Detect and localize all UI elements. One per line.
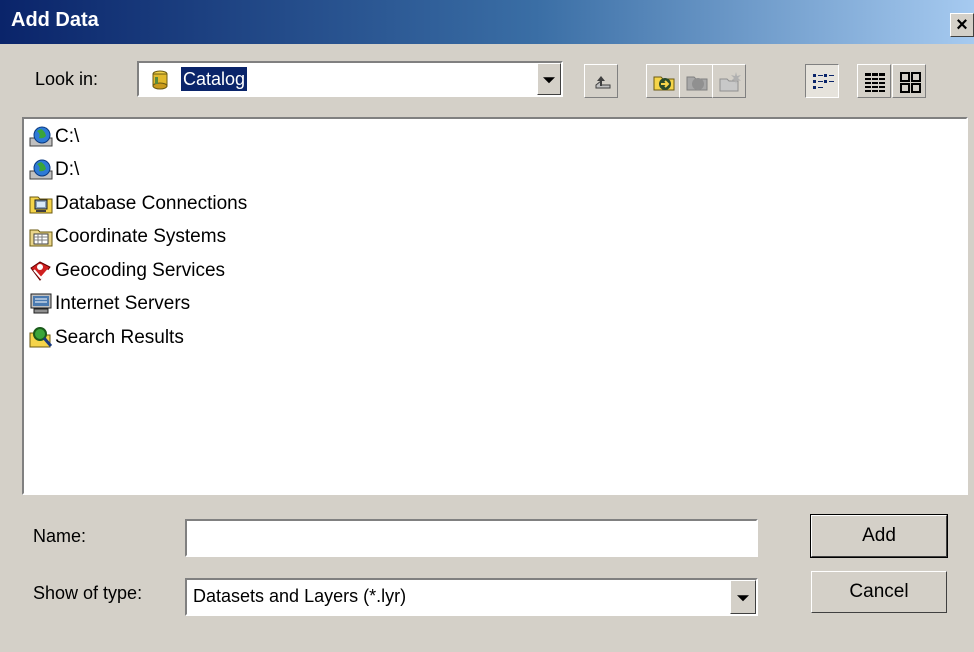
- list-item-label: Search Results: [55, 327, 184, 348]
- drive-icon: [29, 126, 53, 147]
- chevron-down-icon: [543, 77, 555, 84]
- list-item[interactable]: Internet Servers: [28, 289, 190, 319]
- show-of-type-value: Datasets and Layers (*.lyr): [193, 586, 407, 606]
- show-of-type-combo[interactable]: Datasets and Layers (*.lyr): [185, 578, 758, 616]
- up-one-level-button[interactable]: [584, 64, 618, 98]
- look-in-label: Look in:: [35, 69, 99, 89]
- list-item[interactable]: Geocoding Services: [28, 256, 225, 286]
- list-item-label: Database Connections: [55, 193, 248, 214]
- list-view-button[interactable]: [805, 64, 839, 98]
- drive-icon: [29, 159, 53, 180]
- geocoding-services-icon: [30, 261, 51, 281]
- show-of-type-label: Show of type:: [33, 583, 143, 603]
- look-in-dropdown-button[interactable]: [537, 63, 561, 95]
- window-title: Add Data: [11, 9, 99, 31]
- name-label: Name:: [33, 526, 87, 546]
- database-connections-icon: [29, 196, 53, 214]
- look-in-value: Catalog: [181, 67, 248, 91]
- list-item[interactable]: Database Connections: [28, 189, 247, 219]
- thumbnails-view-icon: [900, 72, 921, 93]
- list-item[interactable]: D:\: [28, 155, 79, 185]
- list-item-label: Geocoding Services: [55, 260, 226, 281]
- show-of-type-dropdown-button[interactable]: [730, 580, 756, 614]
- search-results-icon: [29, 327, 53, 348]
- connect-to-folder-button[interactable]: [646, 64, 680, 98]
- thumbnails-view-button[interactable]: [892, 64, 926, 98]
- add-button[interactable]: Add: [810, 514, 948, 558]
- list-item-label: Coordinate Systems: [55, 226, 227, 247]
- chevron-down-icon: [737, 595, 749, 602]
- coordinate-systems-icon: [29, 229, 53, 247]
- title-bar: Add Data ×: [0, 0, 974, 44]
- new-folder-icon: [719, 72, 741, 92]
- disconnect-folder-icon: [686, 76, 708, 91]
- list-item-label: D:\: [55, 159, 80, 180]
- list-item-label: C:\: [55, 126, 80, 147]
- new-folder-button[interactable]: [712, 64, 746, 98]
- cancel-button[interactable]: Cancel: [811, 571, 947, 613]
- details-view-icon: [865, 73, 885, 92]
- look-in-combo[interactable]: Catalog: [137, 61, 563, 97]
- disconnect-folder-button[interactable]: [679, 64, 713, 98]
- details-view-button[interactable]: [857, 64, 891, 98]
- close-button[interactable]: ×: [950, 13, 974, 37]
- list-view-icon: [813, 74, 834, 89]
- catalog-list[interactable]: C:\ D:\ Database Connections Coordinate …: [22, 117, 968, 495]
- catalog-icon: [152, 70, 168, 90]
- list-item-label: Internet Servers: [55, 293, 191, 314]
- internet-servers-icon: [30, 293, 52, 314]
- up-arrow-icon: [595, 76, 611, 89]
- connect-folder-icon: [653, 76, 675, 91]
- list-item[interactable]: Search Results: [28, 323, 184, 353]
- list-item[interactable]: C:\: [28, 122, 79, 152]
- list-item[interactable]: Coordinate Systems: [28, 222, 226, 252]
- name-input[interactable]: [185, 519, 758, 557]
